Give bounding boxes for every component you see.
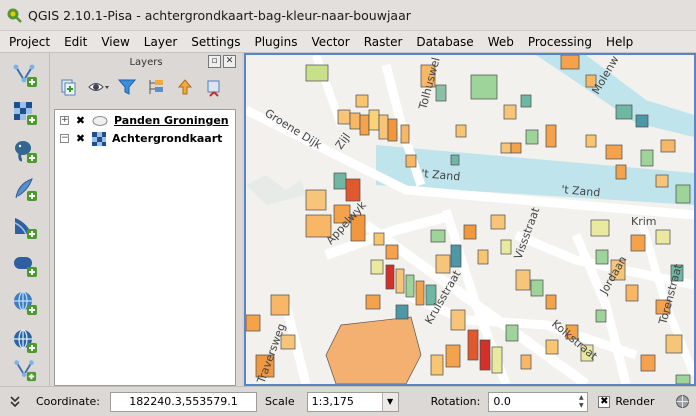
- title-bar: QGIS 2.10.1-Pisa - achtergrondkaart-bag-…: [0, 0, 696, 31]
- scale-value: 1:3,175: [311, 395, 354, 408]
- rotation-value: 0.0: [493, 395, 511, 408]
- add-wms-layer-button[interactable]: [9, 287, 41, 319]
- layer-visibility-checkbox[interactable]: ✖: [75, 133, 86, 144]
- crs-status-button[interactable]: [675, 394, 691, 410]
- expand-all-icon: [149, 80, 163, 94]
- layer-name[interactable]: Panden Groningen: [114, 114, 229, 127]
- expand-all-button[interactable]: [145, 76, 167, 98]
- add-vector-layer-button[interactable]: [9, 59, 41, 91]
- vector-layer-icon: [13, 64, 37, 87]
- messages-button[interactable]: [6, 393, 24, 411]
- projection-globe-icon: [676, 395, 690, 408]
- layers-panel: Layers ▫ ✕ + ✖ Panden Groningen − ✖ Acht…: [50, 53, 242, 386]
- menu-help[interactable]: Help: [599, 31, 640, 53]
- collapse-all-button[interactable]: [174, 76, 196, 98]
- coordinate-value: 182240.3,553579.1: [129, 395, 238, 408]
- layers-panel-header: Layers ▫ ✕: [50, 53, 242, 71]
- add-postgis-layer-button[interactable]: [9, 135, 41, 167]
- wms-globe-icon: [14, 291, 37, 315]
- wcs-globe-icon: [14, 329, 37, 353]
- eye-icon: [88, 83, 109, 91]
- remove-layer-icon: [207, 80, 220, 97]
- messages-icon: [10, 395, 20, 407]
- coordinate-field[interactable]: 182240.3,553579.1: [110, 391, 258, 412]
- raster-layer-icon: [92, 131, 106, 146]
- add-oracle-layer-button[interactable]: [9, 249, 41, 281]
- menu-raster[interactable]: Raster: [357, 31, 410, 53]
- layer-visibility-checkbox[interactable]: ✖: [75, 115, 86, 126]
- add-group-button[interactable]: [58, 76, 80, 98]
- menu-vector[interactable]: Vector: [304, 31, 356, 53]
- map-label: Krim: [631, 215, 657, 228]
- polygon-layer-icon: [92, 115, 108, 126]
- scale-combobox[interactable]: 1:3,175 ▼: [306, 391, 399, 412]
- manage-layers-toolbar: [0, 53, 50, 386]
- menu-processing[interactable]: Processing: [521, 31, 599, 53]
- map-rendering: Groene Dijk Zijl Tolhuswel Molenw 't Zan…: [246, 55, 694, 384]
- chevron-down-icon[interactable]: ▼: [381, 392, 398, 411]
- close-panel-button[interactable]: ✕: [223, 55, 236, 68]
- filter-icon: [117, 79, 137, 95]
- raster-layer-icon: [14, 102, 37, 125]
- menu-bar: Project Edit View Layer Settings Plugins…: [0, 31, 696, 53]
- menu-settings[interactable]: Settings: [184, 31, 247, 53]
- scale-label: Scale: [265, 395, 295, 408]
- status-bar: Coordinate: 182240.3,553579.1 Scale 1:3,…: [0, 386, 696, 416]
- add-mssql-layer-button[interactable]: [9, 211, 41, 243]
- menu-view[interactable]: View: [94, 31, 136, 53]
- rotation-label: Rotation:: [430, 395, 481, 408]
- wfs-vector-icon: [14, 360, 37, 382]
- rotation-spinbox[interactable]: 0.0 ▲ ▼: [488, 391, 589, 412]
- spatialite-feather-icon: [15, 178, 37, 201]
- add-group-icon: [61, 79, 76, 96]
- layers-panel-toolbar: [50, 71, 242, 103]
- expand-toggle[interactable]: +: [60, 116, 69, 125]
- coordinate-label: Coordinate:: [36, 395, 101, 408]
- postgis-elephant-icon: [15, 141, 37, 163]
- qgis-logo-icon: [7, 8, 22, 23]
- filter-legend-button[interactable]: [116, 76, 138, 98]
- menu-edit[interactable]: Edit: [57, 31, 94, 53]
- add-raster-layer-button[interactable]: [9, 97, 41, 129]
- collapse-all-icon: [177, 79, 193, 95]
- collapse-toggle[interactable]: −: [60, 134, 69, 143]
- layer-name[interactable]: Achtergrondkaart: [112, 132, 222, 145]
- map-canvas[interactable]: Groene Dijk Zijl Tolhuswel Molenw 't Zan…: [244, 53, 696, 386]
- window-title: QGIS 2.10.1-Pisa - achtergrondkaart-bag-…: [28, 7, 411, 23]
- oracle-layer-icon: [14, 257, 37, 277]
- add-spatialite-layer-button[interactable]: [9, 173, 41, 205]
- add-wfs-layer-button[interactable]: [9, 357, 41, 383]
- remove-layer-button[interactable]: [203, 76, 225, 98]
- menu-project[interactable]: Project: [0, 31, 57, 53]
- manage-visibility-button[interactable]: [87, 76, 109, 98]
- menu-database[interactable]: Database: [409, 31, 480, 53]
- float-panel-button[interactable]: ▫: [208, 55, 221, 68]
- menu-plugins[interactable]: Plugins: [247, 31, 304, 53]
- menu-web[interactable]: Web: [481, 31, 521, 53]
- layers-panel-title: Layers: [129, 56, 163, 68]
- render-label: Render: [615, 395, 655, 408]
- add-wcs-layer-button[interactable]: [9, 325, 41, 357]
- layer-row-panden[interactable]: + ✖ Panden Groningen: [55, 113, 235, 128]
- layer-tree: + ✖ Panden Groningen − ✖ Achtergrondkaar…: [54, 109, 236, 386]
- menu-layer[interactable]: Layer: [137, 31, 184, 53]
- render-checkbox[interactable]: ✖: [598, 395, 611, 408]
- layer-row-achtergrondkaart[interactable]: − ✖ Achtergrondkaart: [55, 131, 235, 146]
- mssql-sail-icon: [14, 218, 37, 239]
- spin-arrows[interactable]: ▲ ▼: [575, 394, 587, 410]
